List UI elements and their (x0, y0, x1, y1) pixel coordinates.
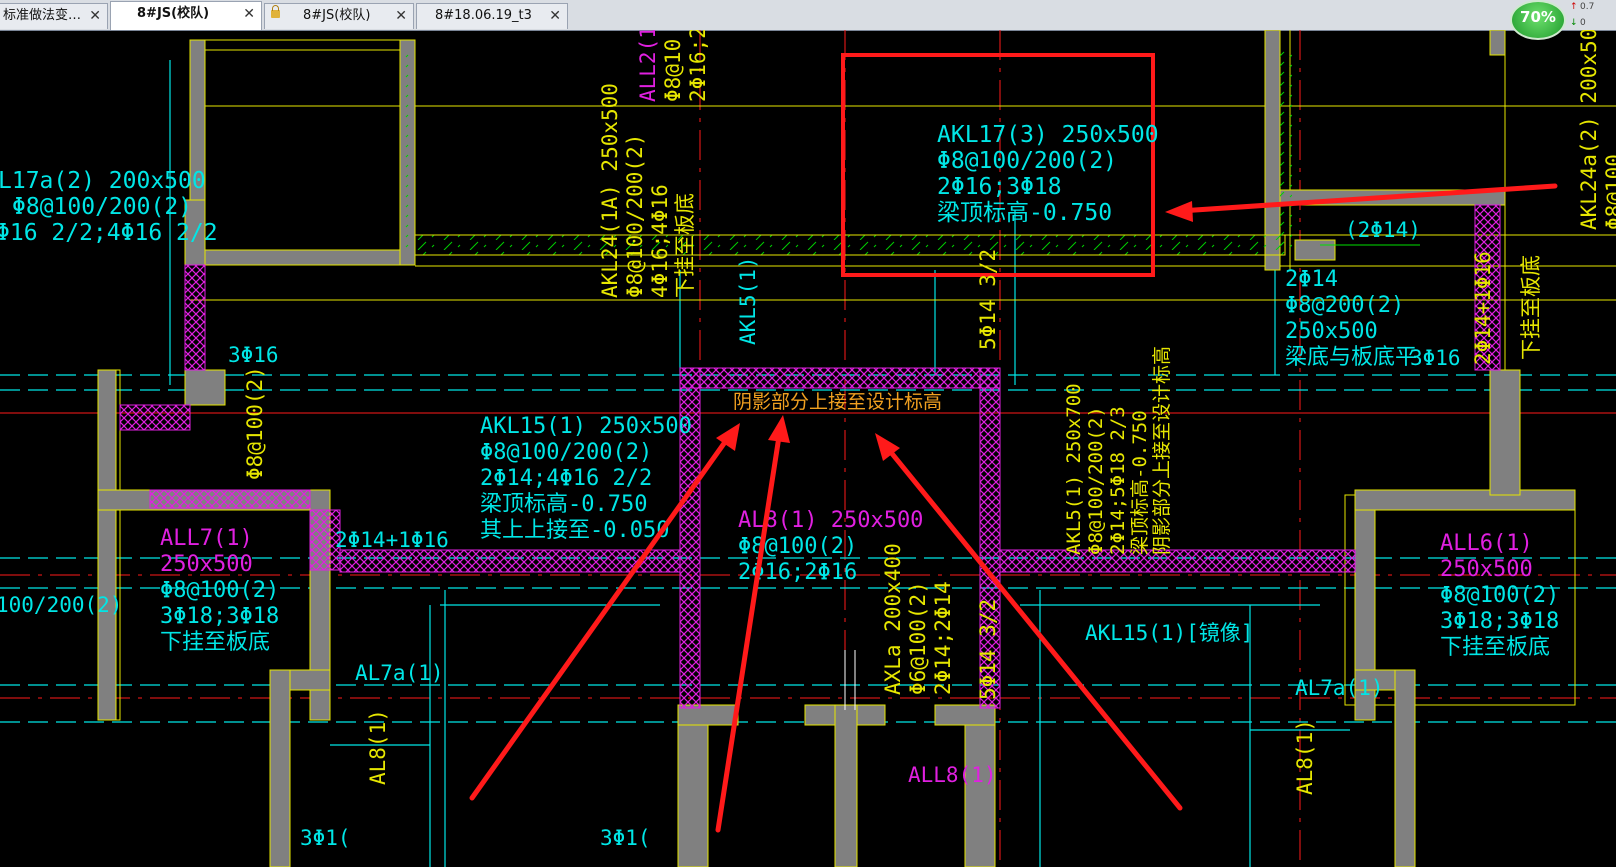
lock-icon (271, 5, 280, 18)
label-2phi14-plus: 2Φ14+1Φ16 (335, 528, 449, 552)
beam-text: 2Φ14;4Φ16 2/2 (480, 466, 652, 491)
label-3phi16-right: 3Φ16 (1410, 346, 1461, 370)
label-all8: ALL8(1) (908, 763, 997, 787)
download-rate: 0 (1580, 18, 1586, 28)
label-100-200: 100/200(2) (0, 593, 122, 617)
tab-8-18-06-19-t3[interactable]: 8#18.06.19_t3 ✕ (416, 3, 568, 29)
beam-text: AKL15(1) 250x500 (480, 414, 692, 439)
tab-label: 8#JS(校队) (303, 8, 371, 23)
vlabel-right-hang: 下挂至板底 (1519, 255, 1543, 360)
download-arrow-icon: ↓ (1570, 18, 1578, 28)
beam-text: 梁顶标高-0.750 (937, 200, 1112, 226)
beam-text: 梁底与板底平 (1285, 345, 1417, 370)
cad-drawing-canvas[interactable]: AKL17(3) 250x500 Φ8@100/200(2) 2Φ16;3Φ18… (0, 30, 1616, 867)
close-icon[interactable]: ✕ (243, 2, 255, 26)
tab-label: 标准做法变… (3, 8, 82, 23)
beam-annotation-akl17a: L17a(2) 200x500 Φ8@100/200(2) Φ16 2/2;4Φ… (0, 168, 218, 246)
wall-columns (97, 30, 1576, 867)
beam-text: 下挂至板底 (160, 630, 270, 655)
vlabel-right-tall: Φ8@100 (1602, 154, 1616, 230)
shade-callout-note: 阴影部分上接至设计标高 (733, 391, 942, 413)
beam-text: Φ8@100/200(2) (937, 148, 1117, 174)
close-icon[interactable]: ✕ (89, 4, 101, 28)
beam-text: 梁顶标高-0.750 (480, 492, 647, 517)
label-3phi-bottom-2: 3Φ1( (600, 826, 651, 850)
beam-text: Φ8@100(2) (738, 534, 857, 559)
vlabel-right-phi: 2Φ14+1Φ16 (1471, 251, 1495, 365)
vlabel-akl24: AKL24(1A) 250x500 (598, 83, 622, 298)
beam-text: Φ16 2/2;4Φ16 2/2 (0, 220, 218, 246)
vlabel-akl24: 4Φ16;4Φ16 (648, 184, 672, 298)
tab-label: 8#JS(校队) (137, 6, 210, 21)
vlabel-axla: 2Φ14;2Φ14 (931, 581, 955, 695)
beam-strip-hatch-vertical (405, 50, 417, 250)
close-icon[interactable]: ✕ (395, 4, 407, 28)
vlabel-al8: AL8(1) (366, 709, 390, 785)
beam-text: AKL17(3) 250x500 (937, 122, 1159, 148)
beam-strip-hatch-vertical-right (1280, 50, 1292, 250)
vlabel-akl5b: 阴影部分上接至设计标高 (1151, 346, 1173, 555)
vlabel-akl24: Φ8@100/200(2) (623, 134, 647, 298)
beam-text: 250x500 (1440, 557, 1533, 582)
vlabel-right-tall: AKL24a(2) 200x500 (1577, 30, 1601, 230)
vlabel-akl5b: 梁顶标高-0.750 (1129, 410, 1151, 555)
label-al7a-right: AL7a(1) (1295, 676, 1384, 700)
label-al7a: AL7a(1) (355, 661, 444, 685)
tab-standard-practice[interactable]: 标准做法变… ✕ (0, 3, 108, 29)
label-2phi14-paren: (2Φ14) (1345, 218, 1421, 242)
beam-text: 其上上接至-0.050 (480, 518, 669, 543)
vlabel-axla: AXLa 200x400 (881, 543, 905, 695)
beam-text: Φ8@100/200(2) (12, 194, 192, 220)
close-icon[interactable]: ✕ (549, 4, 561, 28)
beam-annotation-all7: ALL7(1) 250x500 Φ8@100(2) 3Φ18;3Φ18 下挂至板… (160, 526, 279, 655)
tab-label: 8#18.06.19_t3 (435, 8, 532, 23)
vlabel-akl5b: 2Φ14;5Φ18 2/3 (1107, 406, 1129, 555)
beam-text: 250x500 (1285, 319, 1378, 344)
beam-text: 250x500 (160, 552, 253, 577)
slab-outlines (99, 30, 1616, 867)
beam-text: Φ8@200(2) (1285, 293, 1404, 318)
vlabel-all2: Φ8@10 (661, 39, 685, 102)
vlabel-akl5: AKL5(1) (736, 256, 760, 345)
tab-8js-locked[interactable]: 8#JS(校队) ✕ (264, 3, 414, 29)
vlabel-5phi14-lower: 5Φ14 3/2 (976, 599, 1000, 700)
vlabel-5phi14: 5Φ14 3/2 (976, 249, 1000, 350)
label-akl15-mirror: AKL15(1)[镜像] (1085, 621, 1253, 645)
beam-text: 2Φ14 (1285, 267, 1338, 292)
beam-text: 3Φ18;3Φ18 (160, 604, 279, 629)
beam-text: 3Φ18;3Φ18 (1440, 609, 1559, 634)
upload-rate: 0.7 (1580, 2, 1595, 12)
beam-text: 2Φ16;3Φ18 (937, 174, 1062, 200)
beam-annotation-akl15: AKL15(1) 250x500 Φ8@100/200(2) 2Φ14;4Φ16… (480, 414, 692, 543)
tab-8js-active[interactable]: 8#JS(校队) ✕ (110, 1, 262, 30)
beam-text: Φ8@100(2) (1440, 583, 1559, 608)
beam-annotation-all6: ALL6(1) 250x500 Φ8@100(2) 3Φ18;3Φ18 下挂至板… (1440, 531, 1559, 660)
document-tab-bar: 标准做法变… ✕ 8#JS(校队) ✕ 8#JS(校队) ✕ 8#18.06.1… (0, 0, 1616, 31)
upload-arrow-icon: ↑ (1570, 2, 1578, 12)
vlabel-akl5b: AKL5(1) 250x700 (1063, 383, 1085, 555)
beam-text: ALL7(1) (160, 526, 253, 551)
vlabel-all2: 2Φ16;2 (686, 30, 710, 102)
beam-annotation-right: 2Φ14 Φ8@200(2) 250x500 梁底与板底平 (1285, 267, 1417, 370)
beam-text: Φ8@100/200(2) (480, 440, 652, 465)
beam-text: ALL6(1) (1440, 531, 1533, 556)
vlabel-all2: ALL2(1) (636, 30, 660, 102)
vlabel-akl5b: Φ8@100/200(2) (1085, 406, 1107, 555)
beam-text: 下挂至板底 (1440, 635, 1550, 660)
vlabel-phi8-100: Φ8@100(2) (243, 366, 267, 480)
vlabel-axla: Φ6@100(2) (906, 581, 930, 695)
beam-text: Φ8@100(2) (160, 578, 279, 603)
beam-annotation-akl17: AKL17(3) 250x500 Φ8@100/200(2) 2Φ16;3Φ18… (937, 122, 1159, 226)
label-3phi-bottom: 3Φ1( (300, 826, 351, 850)
beam-text: L17a(2) 200x500 (0, 168, 206, 194)
vlabel-al8-right: AL8(1) (1293, 719, 1317, 795)
vlabel-akl24: 下挂至板底 (673, 193, 697, 298)
label-3phi16: 3Φ16 (228, 343, 279, 367)
